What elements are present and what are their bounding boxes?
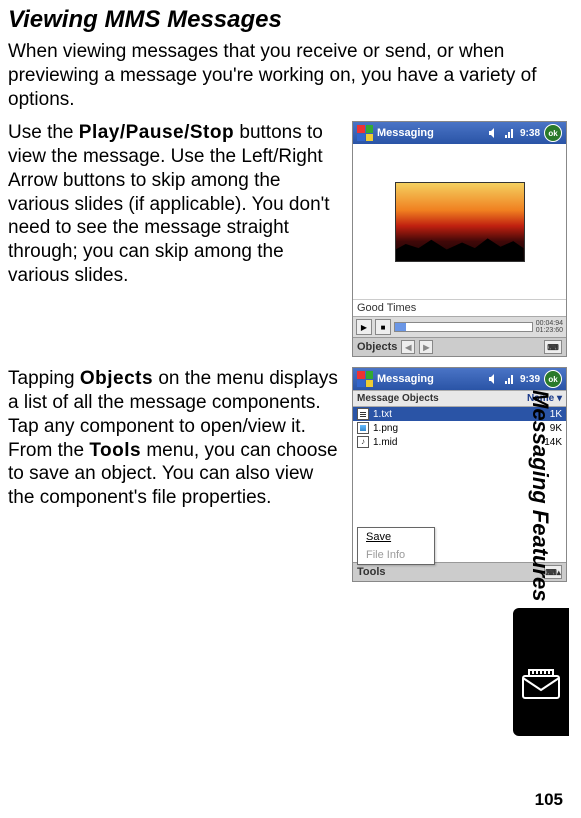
play-button[interactable]: ▶ bbox=[356, 319, 372, 335]
signal-icon[interactable] bbox=[504, 373, 516, 385]
prev-slide-button[interactable]: ◀ bbox=[401, 340, 415, 354]
p2-bold-2: Tools bbox=[89, 440, 141, 461]
p1-text-b: buttons to view the message. Use the Lef… bbox=[8, 122, 330, 286]
messaging-icon bbox=[519, 666, 563, 698]
speaker-icon[interactable] bbox=[488, 373, 500, 385]
file-name: 1.png bbox=[373, 423, 398, 434]
keyboard-toggle[interactable]: ⌨ bbox=[544, 340, 562, 354]
intro-paragraph: When viewing messages that you receive o… bbox=[8, 40, 567, 111]
clock: 9:39 bbox=[520, 374, 540, 385]
playback-bar: ▶ ■ 00:04:94 01:23:60 bbox=[353, 316, 566, 337]
menu-file-info[interactable]: File Info bbox=[358, 546, 434, 564]
next-slide-button[interactable]: ▶ bbox=[419, 340, 433, 354]
app-title: Messaging bbox=[377, 373, 434, 385]
paragraph-2: Tapping Objects on the menu displays a l… bbox=[8, 367, 338, 582]
tools-menu[interactable]: Tools bbox=[357, 566, 386, 578]
image-file-icon bbox=[357, 422, 369, 434]
slide-image bbox=[395, 182, 525, 262]
objects-menu[interactable]: Objects bbox=[357, 341, 397, 353]
time-readout: 00:04:94 01:23:60 bbox=[536, 320, 563, 334]
section-tab-label: Messaging Features bbox=[527, 390, 553, 602]
stop-button[interactable]: ■ bbox=[375, 319, 391, 335]
screenshot-1: Messaging 9:38 ok Good Times ▶ ■ 00:04 bbox=[352, 121, 567, 357]
ok-button[interactable]: ok bbox=[544, 370, 562, 388]
p1-text-a: Use the bbox=[8, 122, 79, 143]
slide-area bbox=[353, 144, 566, 299]
progress-bar[interactable] bbox=[394, 322, 533, 332]
speaker-icon[interactable] bbox=[488, 127, 500, 139]
paragraph-1: Use the Play/Pause/Stop buttons to view … bbox=[8, 121, 338, 357]
app-title: Messaging bbox=[377, 127, 434, 139]
titlebar: Messaging 9:39 ok bbox=[353, 368, 566, 390]
clock: 9:38 bbox=[520, 128, 540, 139]
audio-file-icon bbox=[357, 436, 369, 448]
header-left: Message Objects bbox=[357, 393, 439, 404]
context-menu: Save File Info bbox=[357, 527, 435, 565]
menu-save[interactable]: Save bbox=[358, 528, 434, 546]
slide-caption: Good Times bbox=[353, 299, 566, 316]
p2-bold-1: Objects bbox=[80, 368, 153, 389]
ok-button[interactable]: ok bbox=[544, 124, 562, 142]
section-heading: Viewing MMS Messages bbox=[8, 6, 567, 34]
p2-text-a: Tapping bbox=[8, 368, 80, 389]
text-file-icon bbox=[357, 408, 369, 420]
bottom-bar: Objects ◀ ▶ ⌨ bbox=[353, 337, 566, 356]
start-icon[interactable] bbox=[357, 371, 373, 387]
page-number: 105 bbox=[535, 790, 563, 810]
signal-icon[interactable] bbox=[504, 127, 516, 139]
file-name: 1.mid bbox=[373, 437, 397, 448]
start-icon[interactable] bbox=[357, 125, 373, 141]
titlebar: Messaging 9:38 ok bbox=[353, 122, 566, 144]
file-name: 1.txt bbox=[373, 409, 392, 420]
p1-bold: Play/Pause/Stop bbox=[79, 122, 234, 143]
